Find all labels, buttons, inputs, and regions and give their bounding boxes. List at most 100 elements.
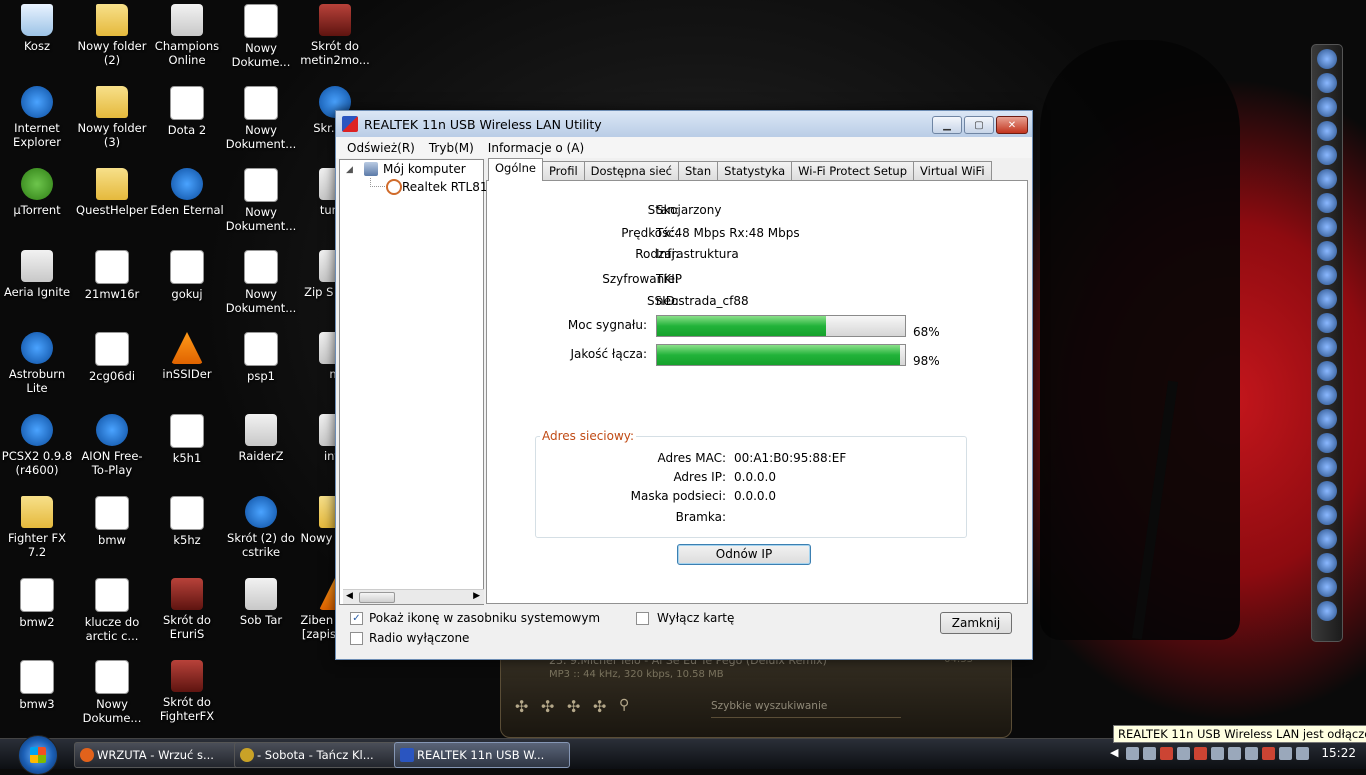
desktop-icon[interactable]: Eden Eternal <box>150 168 224 217</box>
taskbar-button-realtek[interactable]: REALTEK 11n USB W... <box>394 742 570 768</box>
tree-expander-icon[interactable]: ◢ <box>346 165 353 175</box>
search-icon[interactable]: ⚲ <box>619 697 629 713</box>
desktop-icon[interactable]: Fighter FX 7.2 <box>0 496 74 559</box>
play-icon[interactable]: ✣ <box>541 697 554 716</box>
pause-icon[interactable]: ✣ <box>567 697 580 716</box>
clock[interactable]: 15:22 <box>1321 746 1356 760</box>
desktop-icon[interactable]: inSSIDer <box>150 332 224 381</box>
title-bar[interactable]: REALTEK 11n USB Wireless LAN Utility ▁ ▢… <box>336 111 1032 137</box>
sidebar-icon[interactable] <box>1317 361 1337 381</box>
desktop-icon[interactable]: bmw2 <box>0 578 74 629</box>
menu-about[interactable]: Informacje o (A) <box>481 141 591 155</box>
desktop-icon[interactable]: bmw3 <box>0 660 74 711</box>
sidebar-icon[interactable] <box>1317 481 1337 501</box>
disable-card-checkbox[interactable] <box>636 612 649 625</box>
desktop-icon[interactable]: bmw <box>75 496 149 547</box>
desktop-icon[interactable]: k5h1 <box>150 414 224 465</box>
desktop-icon[interactable]: psp1 <box>224 332 298 383</box>
tab-profile[interactable]: Profil <box>541 161 585 181</box>
desktop-icon[interactable]: Skrót do FighterFX <box>150 660 224 723</box>
sidebar-icon[interactable] <box>1317 49 1337 69</box>
sidebar-icon[interactable] <box>1317 289 1337 309</box>
volume-icon[interactable] <box>1296 747 1309 760</box>
tray-icon-2[interactable] <box>1143 747 1156 760</box>
tab-virtual-wifi[interactable]: Virtual WiFi <box>913 161 992 181</box>
tray-icon-7[interactable] <box>1228 747 1241 760</box>
sidebar-icon[interactable] <box>1317 121 1337 141</box>
desktop-icon[interactable]: Nowy Dokument... <box>224 250 298 315</box>
tab-statistics[interactable]: Statystyka <box>717 161 793 181</box>
desktop-icon[interactable]: AION Free-To-Play <box>75 414 149 477</box>
desktop-icon[interactable]: Internet Explorer <box>0 86 74 149</box>
scroll-thumb[interactable] <box>359 592 395 603</box>
desktop-icon[interactable]: Nowy Dokume... <box>75 660 149 725</box>
desktop-icon[interactable]: 2cg06di <box>75 332 149 383</box>
device-tree[interactable]: ◢ Mój komputer Realtek RTL818 ◀ ▶ <box>339 159 495 605</box>
tray-icon-9[interactable] <box>1262 747 1275 760</box>
desktop-icon[interactable]: Nowy folder (2) <box>75 4 149 67</box>
radio-off-label[interactable]: Radio wyłączone <box>369 631 469 645</box>
sidebar-icon[interactable] <box>1317 529 1337 549</box>
tab-general[interactable]: Ogólne <box>488 158 543 181</box>
tree-node-my-computer[interactable]: Mój komputer <box>383 162 466 176</box>
network-icon[interactable] <box>1279 747 1292 760</box>
sidebar-icon[interactable] <box>1317 97 1337 117</box>
tray-icon-6[interactable] <box>1211 747 1224 760</box>
next-icon[interactable]: ✣ <box>593 697 606 716</box>
sidebar-icon[interactable] <box>1317 553 1337 573</box>
sidebar-icon[interactable] <box>1317 73 1337 93</box>
close-window-button[interactable]: ✕ <box>996 116 1028 134</box>
sidebar-icon[interactable] <box>1317 169 1337 189</box>
prev-icon[interactable]: ✣ <box>515 697 528 716</box>
menu-refresh[interactable]: Odśwież(R) <box>340 141 422 155</box>
sidebar-gadget[interactable] <box>1311 44 1343 642</box>
tray-icon-1[interactable] <box>1126 747 1139 760</box>
tree-node-adapter[interactable]: Realtek RTL818 <box>402 180 495 194</box>
disable-card-label[interactable]: Wyłącz kartę <box>657 611 734 625</box>
show-tray-icon-label[interactable]: Pokaż ikonę w zasobniku systemowym <box>369 611 600 625</box>
desktop-icon[interactable]: 21mw16r <box>75 250 149 301</box>
desktop-icon[interactable]: Champions Online <box>150 4 224 67</box>
tray-icon-8[interactable] <box>1245 747 1258 760</box>
sidebar-icon[interactable] <box>1317 337 1337 357</box>
sidebar-icon[interactable] <box>1317 265 1337 285</box>
scroll-left-icon[interactable]: ◀ <box>346 591 353 601</box>
sidebar-icon[interactable] <box>1317 457 1337 477</box>
desktop-icon[interactable]: k5hz <box>150 496 224 547</box>
tray-expand-icon[interactable]: ◀ <box>1110 746 1118 759</box>
desktop-icon[interactable]: RaiderZ <box>224 414 298 463</box>
sidebar-icon[interactable] <box>1317 145 1337 165</box>
desktop-icon[interactable]: Skrót (2) do cstrike <box>224 496 298 559</box>
renew-ip-button[interactable]: Odnów IP <box>677 544 811 565</box>
taskbar-button-wrzuta[interactable]: WRZUTA - Wrzuć s... <box>74 742 244 768</box>
desktop-icon[interactable]: Nowy Dokument... <box>224 86 298 151</box>
desktop-icon[interactable]: Aeria Ignite <box>0 250 74 299</box>
tab-wps[interactable]: Wi-Fi Protect Setup <box>791 161 915 181</box>
desktop-icon[interactable]: Nowy folder (3) <box>75 86 149 149</box>
desktop-icon[interactable]: gokuj <box>150 250 224 301</box>
sidebar-icon[interactable] <box>1317 217 1337 237</box>
desktop-icon[interactable]: Sob Tar <box>224 578 298 627</box>
desktop-icon[interactable]: Nowy Dokument... <box>224 168 298 233</box>
sidebar-icon[interactable] <box>1317 241 1337 261</box>
sidebar-icon[interactable] <box>1317 313 1337 333</box>
tab-status[interactable]: Stan <box>677 161 719 181</box>
realtek-window[interactable]: REALTEK 11n USB Wireless LAN Utility ▁ ▢… <box>335 110 1033 660</box>
tab-available-network[interactable]: Dostępna sieć <box>583 161 679 181</box>
tree-horizontal-scrollbar[interactable]: ◀ ▶ <box>343 589 484 604</box>
maximize-button[interactable]: ▢ <box>964 116 994 134</box>
player-controls[interactable]: ✣ ✣ ✣ ✣ ⚲ <box>515 697 635 719</box>
desktop-icon[interactable]: klucze do arctic c... <box>75 578 149 643</box>
start-button[interactable] <box>18 735 58 775</box>
show-tray-icon-checkbox[interactable]: ✓ <box>350 612 363 625</box>
minimize-button[interactable]: ▁ <box>932 116 962 134</box>
sidebar-icon[interactable] <box>1317 433 1337 453</box>
sidebar-icon[interactable] <box>1317 505 1337 525</box>
tray-icon-5[interactable] <box>1194 747 1207 760</box>
tray-icon-3[interactable] <box>1160 747 1173 760</box>
sidebar-icon[interactable] <box>1317 409 1337 429</box>
sidebar-icon[interactable] <box>1317 577 1337 597</box>
quick-search-input[interactable]: Szybkie wyszukiwanie <box>711 699 901 718</box>
sidebar-icon[interactable] <box>1317 385 1337 405</box>
desktop-icon[interactable]: QuestHelper <box>75 168 149 217</box>
